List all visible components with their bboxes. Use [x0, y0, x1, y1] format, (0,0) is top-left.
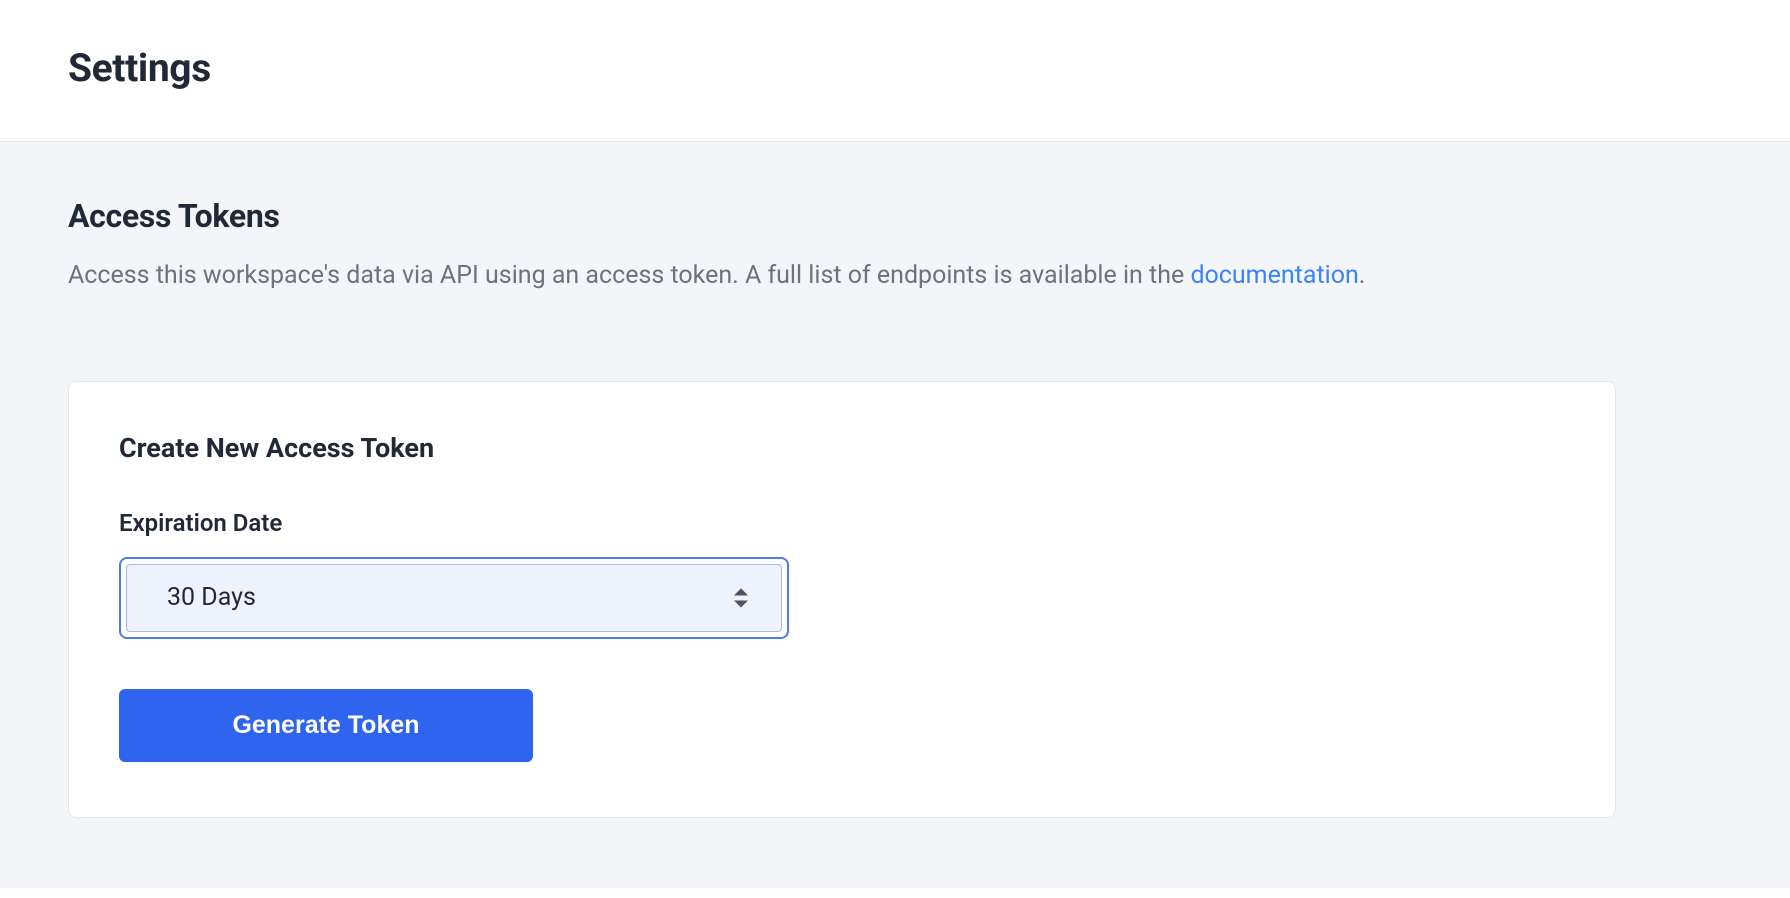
section-description: Access this workspace's data via API usi… — [68, 257, 1468, 296]
content-area: Access Tokens Access this workspace's da… — [0, 142, 1790, 888]
section-description-suffix: . — [1359, 261, 1366, 290]
create-token-card: Create New Access Token Expiration Date … — [68, 381, 1616, 818]
chevron-up-icon — [733, 587, 749, 596]
page-header: Settings — [0, 0, 1790, 142]
chevron-down-icon — [733, 599, 749, 608]
expiration-select-wrapper: 30 Days — [119, 557, 789, 639]
expiration-select-value: 30 Days — [167, 583, 741, 612]
section-title: Access Tokens — [68, 197, 1722, 235]
section-description-text: Access this workspace's data via API usi… — [68, 261, 1190, 290]
page-title: Settings — [68, 45, 1722, 91]
card-title: Create New Access Token — [119, 432, 1565, 464]
select-arrows-icon — [733, 587, 749, 608]
generate-token-button[interactable]: Generate Token — [119, 689, 533, 762]
expiration-date-label: Expiration Date — [119, 509, 1565, 537]
documentation-link[interactable]: documentation — [1190, 261, 1358, 290]
expiration-select-focus-ring: 30 Days — [119, 557, 789, 639]
expiration-select[interactable]: 30 Days — [126, 564, 782, 632]
